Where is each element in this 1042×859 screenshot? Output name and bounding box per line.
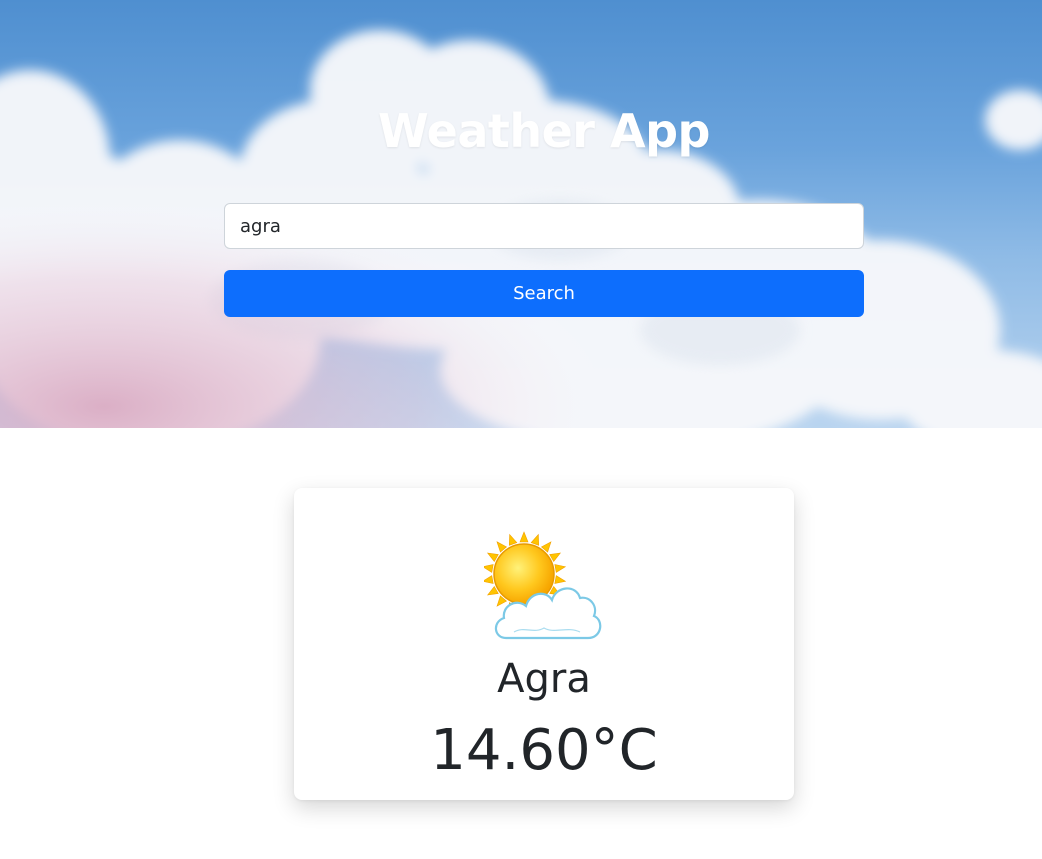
- page-title: Weather App: [378, 104, 710, 158]
- city-search-input[interactable]: [224, 203, 864, 249]
- weather-card: Agra 14.60°C: [294, 488, 794, 800]
- partly-cloudy-icon: [484, 531, 602, 640]
- temperature-value: 14.60°C: [430, 718, 658, 783]
- city-name: Agra: [497, 656, 591, 702]
- hero-banner: Weather App Search: [0, 0, 1042, 428]
- search-button[interactable]: Search: [224, 270, 864, 317]
